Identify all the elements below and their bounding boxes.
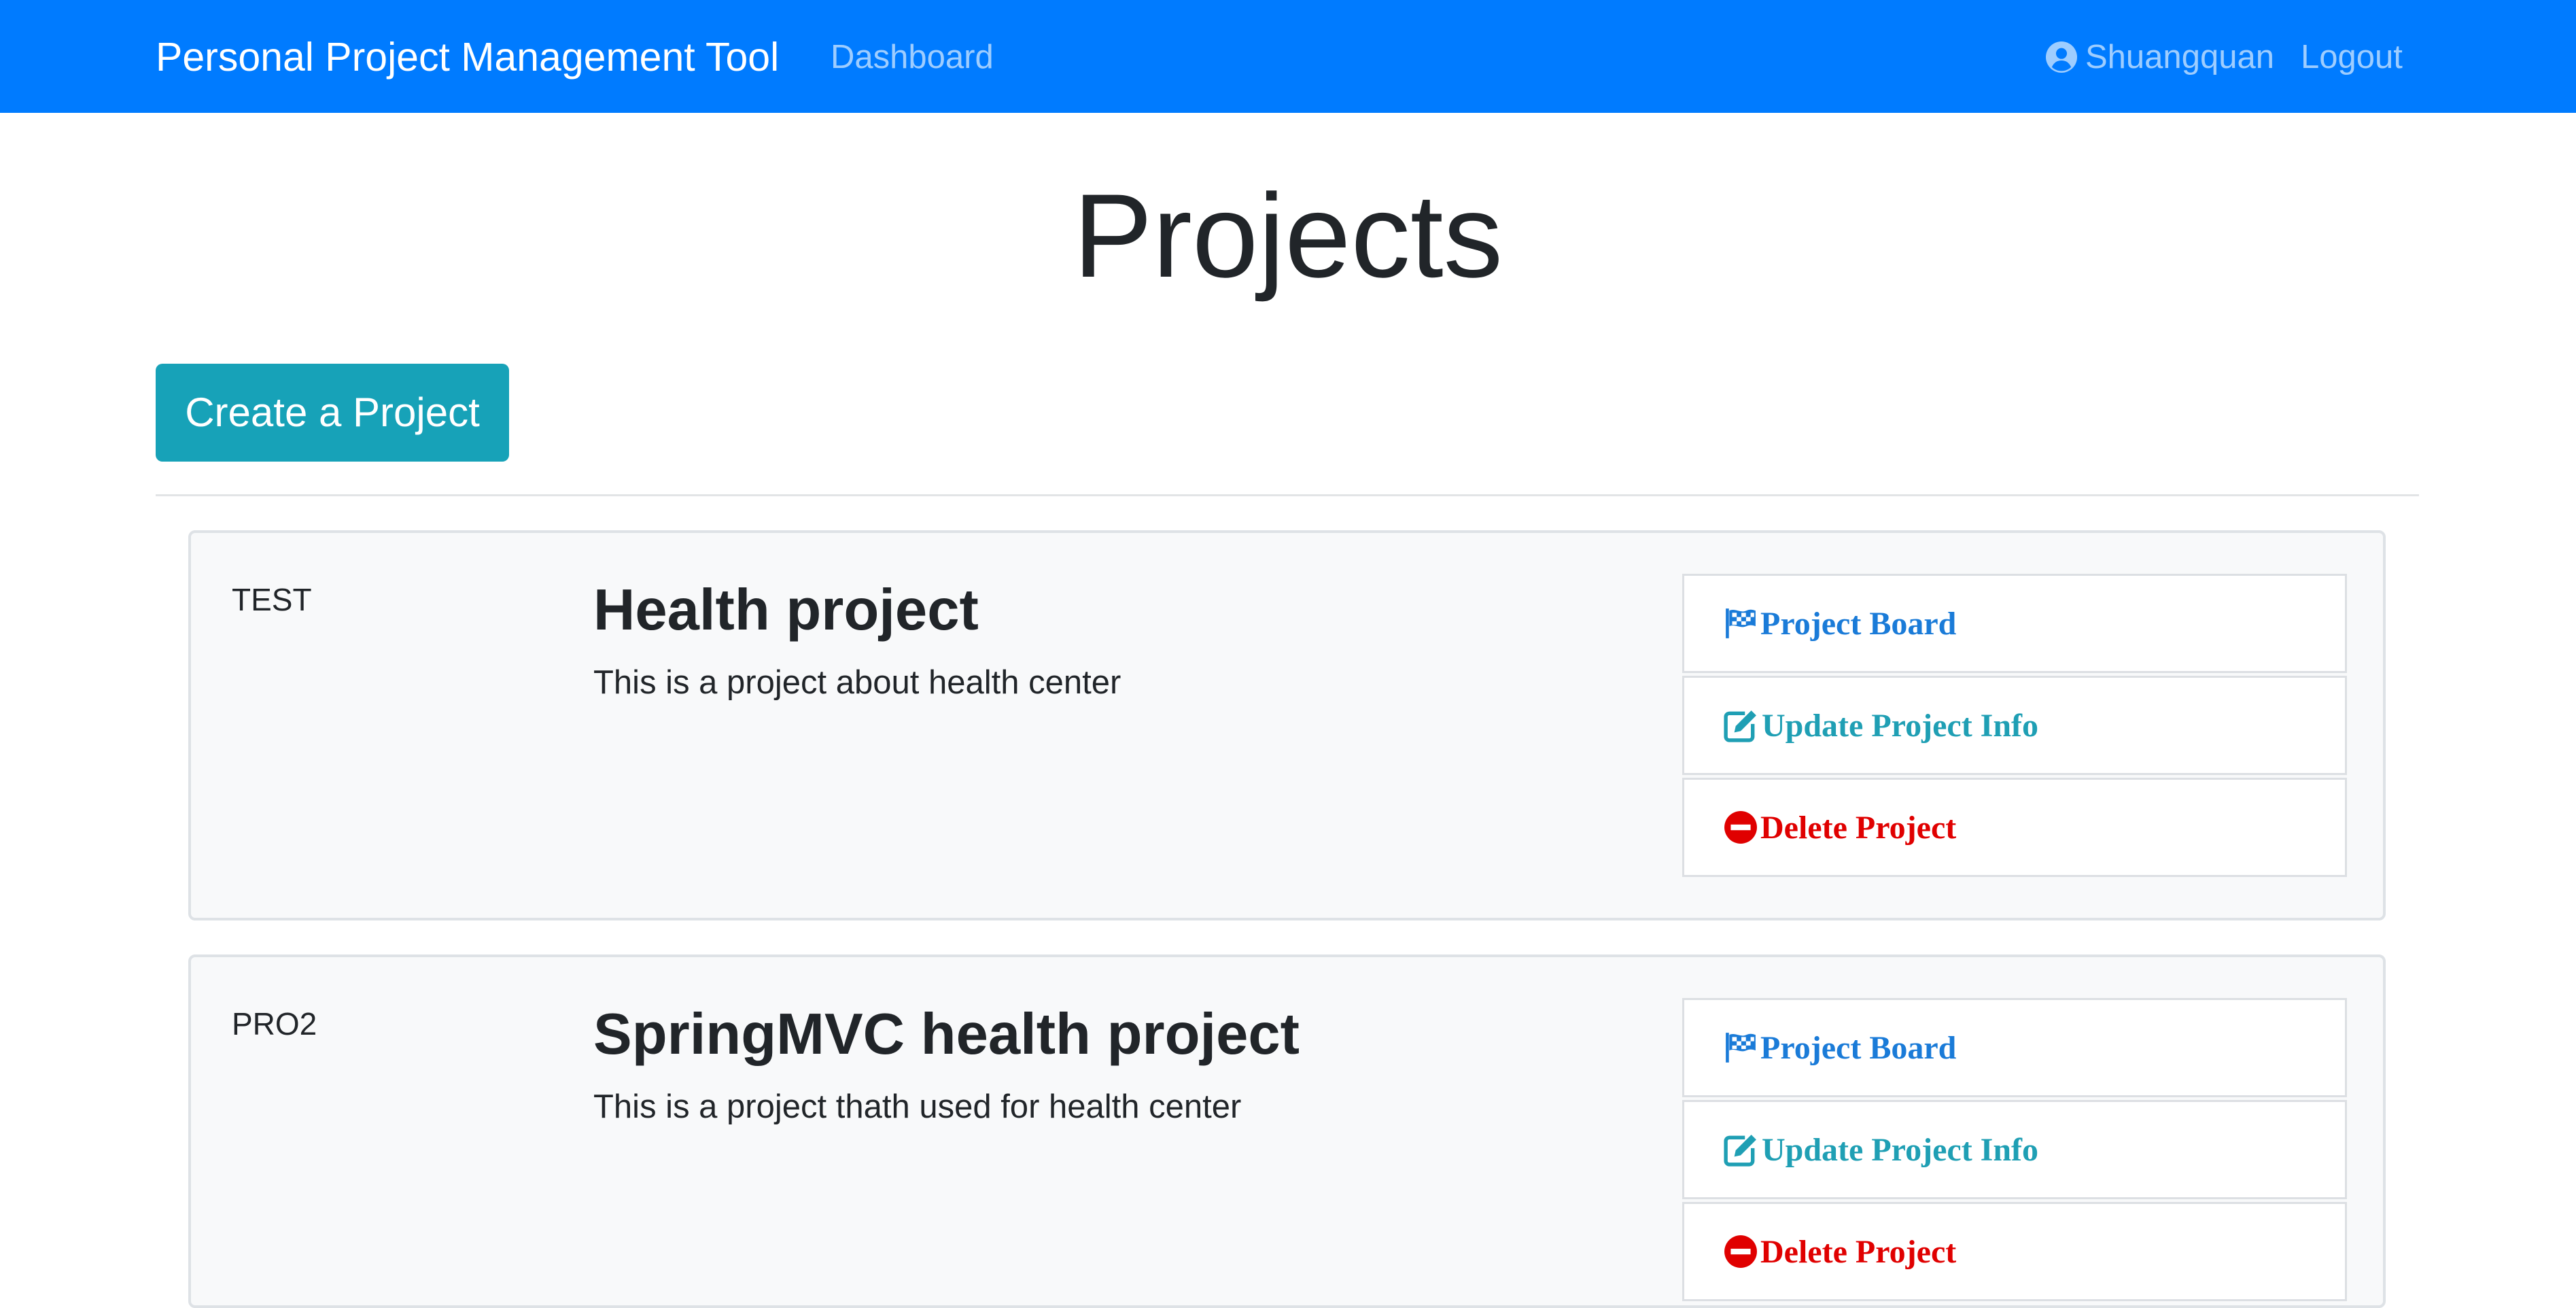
nav-user-name: Shuangquan (2085, 39, 2274, 75)
update-project-link[interactable]: Update Project Info (1682, 1100, 2347, 1199)
divider (156, 494, 2419, 496)
project-board-link[interactable]: Project Board (1682, 998, 2347, 1097)
delete-project-label: Delete Project (1760, 809, 1957, 846)
edit-icon (1724, 710, 1756, 742)
minus-circle-icon (1724, 811, 1757, 844)
project-card: TEST Health project This is a project ab… (188, 530, 2386, 920)
update-project-link[interactable]: Update Project Info (1682, 676, 2347, 775)
delete-project-label: Delete Project (1760, 1233, 1957, 1270)
user-circle-icon (2046, 41, 2077, 73)
project-description: This is a project about health center (593, 664, 1121, 701)
page-title: Projects (1073, 170, 1503, 303)
project-actions: Project Board Update Project Info Delete… (1682, 998, 2347, 1304)
update-project-label: Update Project Info (1762, 1131, 2039, 1168)
project-name: Health project (593, 578, 979, 642)
project-board-label: Project Board (1760, 1029, 1957, 1066)
brand-link[interactable]: Personal Project Management Tool (156, 33, 779, 81)
delete-project-link[interactable]: Delete Project (1682, 778, 2347, 877)
project-name: SpringMVC health project (593, 1002, 1300, 1067)
project-actions: Project Board Update Project Info Delete… (1682, 574, 2347, 880)
project-card: PRO2 SpringMVC health project This is a … (188, 954, 2386, 1308)
project-identifier: PRO2 (232, 1006, 317, 1042)
nav-dashboard-link[interactable]: Dashboard (831, 35, 994, 79)
project-identifier: TEST (232, 582, 312, 617)
project-board-link[interactable]: Project Board (1682, 574, 2347, 673)
flag-checkered-icon (1726, 608, 1756, 638)
project-board-label: Project Board (1760, 605, 1957, 642)
nav-logout-link[interactable]: Logout (2301, 35, 2403, 79)
edit-icon (1724, 1135, 1756, 1167)
project-description: This is a project thath used for health … (593, 1088, 1242, 1125)
flag-checkered-icon (1726, 1033, 1756, 1063)
minus-circle-icon (1724, 1235, 1757, 1268)
update-project-label: Update Project Info (1762, 707, 2039, 744)
navbar: Personal Project Management Tool Dashboa… (0, 0, 2576, 113)
nav-user-link[interactable]: Shuangquan (2046, 35, 2274, 79)
delete-project-link[interactable]: Delete Project (1682, 1202, 2347, 1301)
create-project-button[interactable]: Create a Project (156, 364, 509, 462)
